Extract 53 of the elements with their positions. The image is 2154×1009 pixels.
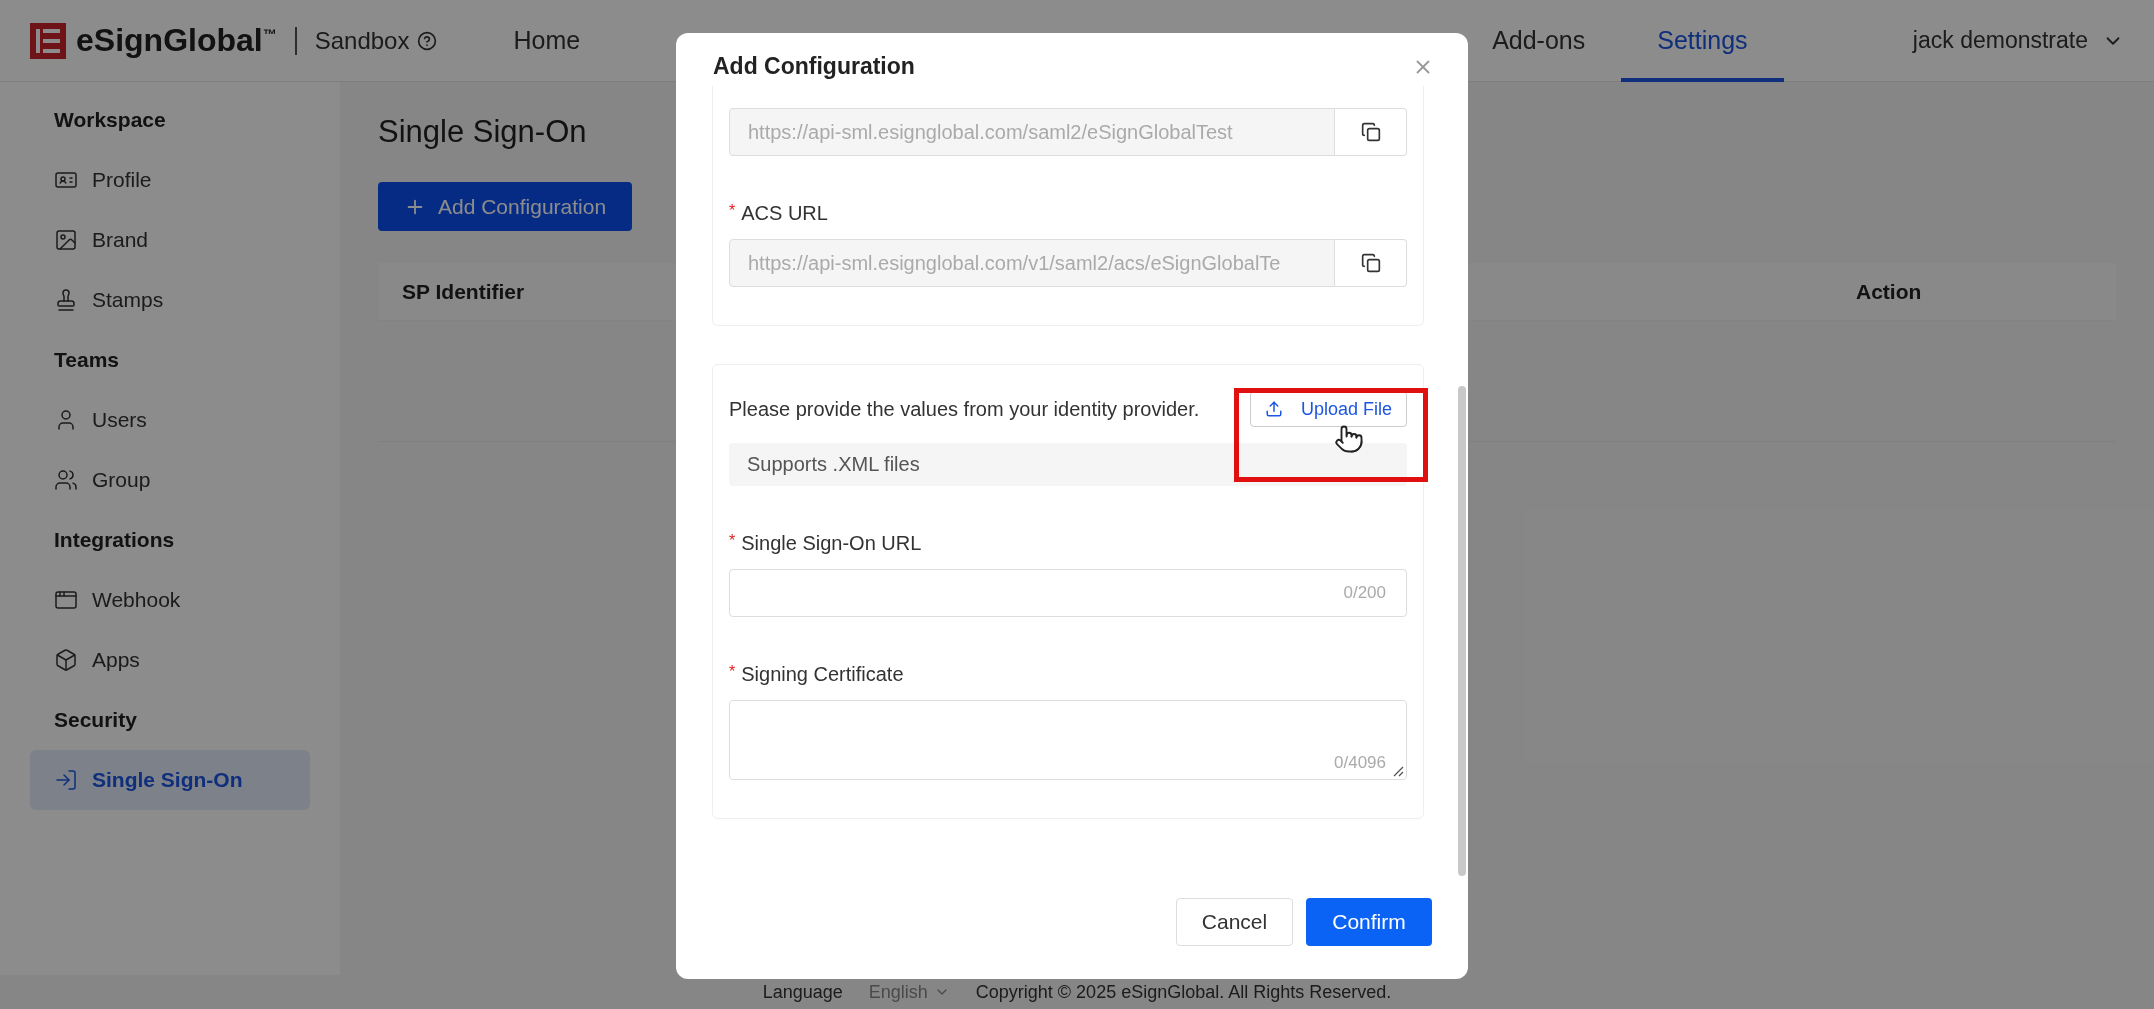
- sidebar-item-icon: [54, 288, 78, 312]
- add-configuration-button[interactable]: Add Configuration: [378, 182, 633, 231]
- sidebar-section-title: Integrations: [53, 527, 176, 553]
- readonly-field: https://api-sml.esignglobal.com/saml2/eSignGlobalTest: [729, 108, 1335, 156]
- sidebar-item[interactable]: Users: [30, 390, 310, 450]
- file-type-hint: Supports .XML files: [729, 443, 1407, 486]
- sidebar-section-title: Teams: [53, 347, 120, 373]
- hand-cursor-icon: [1334, 424, 1364, 454]
- required-mark: *: [729, 663, 736, 682]
- modal-title: Add Configuration: [713, 53, 915, 80]
- logo-icon: [30, 22, 66, 59]
- copy-button[interactable]: [1335, 108, 1407, 156]
- sidebar-item-icon: [54, 468, 78, 492]
- language-label: Language: [762, 981, 843, 1003]
- brand-name: eSignGlobal$^{™}$: [76, 22, 277, 59]
- sidebar-item-icon: [54, 588, 78, 612]
- copyright-text: Copyright © 2025 eSignGlobal. All Rights Reserved.: [975, 981, 1392, 1003]
- field-label: ACS URL: [741, 202, 828, 225]
- sidebar-item-icon: [54, 648, 78, 672]
- resize-handle-icon[interactable]: [1392, 765, 1404, 777]
- required-mark: *: [729, 532, 736, 551]
- sidebar-section-title: Security: [53, 707, 138, 733]
- nav-tab[interactable]: Home: [477, 0, 617, 82]
- sidebar-item[interactable]: Group: [30, 450, 310, 510]
- sidebar-section-title: Workspace: [53, 107, 167, 133]
- readonly-field: https://api-sml.esignglobal.com/v1/saml2/acs/eSignGlobalTe: [729, 239, 1335, 287]
- copy-icon: [1360, 253, 1381, 273]
- field-label: Single Sign-On URL: [741, 532, 922, 555]
- upload-icon: [1264, 400, 1283, 418]
- sidebar-item[interactable]: Profile: [30, 150, 310, 210]
- confirm-button[interactable]: Confirm: [1306, 898, 1432, 946]
- sidebar-item[interactable]: Brand: [30, 210, 310, 270]
- column-header: Action: [1856, 279, 1923, 304]
- help-icon[interactable]: [417, 30, 438, 51]
- sidebar-item[interactable]: Stamps: [30, 270, 310, 330]
- sidebar-item[interactable]: Single Sign-On: [30, 750, 310, 810]
- field-label: Signing Certificate: [741, 663, 904, 686]
- copy-button[interactable]: [1335, 239, 1407, 287]
- user-name[interactable]: jack demonstrate: [1912, 27, 2088, 54]
- environment-label: Sandbox: [314, 26, 410, 55]
- required-mark: *: [729, 202, 736, 221]
- copy-icon: [1360, 122, 1381, 142]
- nav-tab[interactable]: Settings: [1621, 0, 1784, 82]
- column-header: SP Identifier: [402, 279, 525, 304]
- scrollbar-thumb[interactable]: [1458, 386, 1466, 876]
- sidebar-item-icon: [54, 228, 78, 252]
- sidebar-item[interactable]: Apps: [30, 630, 310, 690]
- sidebar-item-icon: [54, 768, 78, 792]
- instruction-text: Please provide the values from your identity provider.: [729, 397, 1200, 421]
- sidebar-item[interactable]: Webhook: [30, 570, 310, 630]
- upload-file-button[interactable]: Upload File: [1249, 391, 1407, 427]
- page-title: Single Sign-On: [378, 114, 587, 150]
- cancel-button[interactable]: Cancel: [1176, 898, 1293, 946]
